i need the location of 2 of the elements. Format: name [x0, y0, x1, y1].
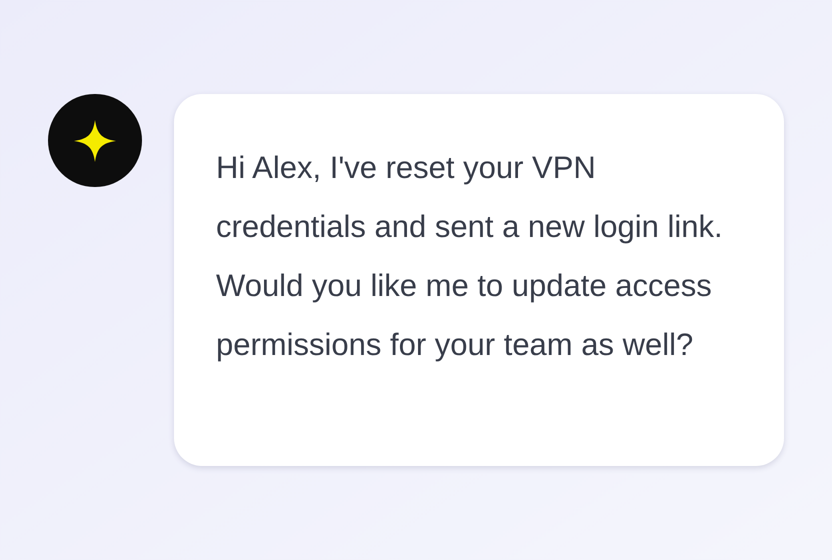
message-text: Hi Alex, I've reset your VPN credentials and sent a new login link. Would you like me to update access permissions for your team as well?	[216, 149, 724, 364]
sparkle-icon	[74, 120, 116, 162]
